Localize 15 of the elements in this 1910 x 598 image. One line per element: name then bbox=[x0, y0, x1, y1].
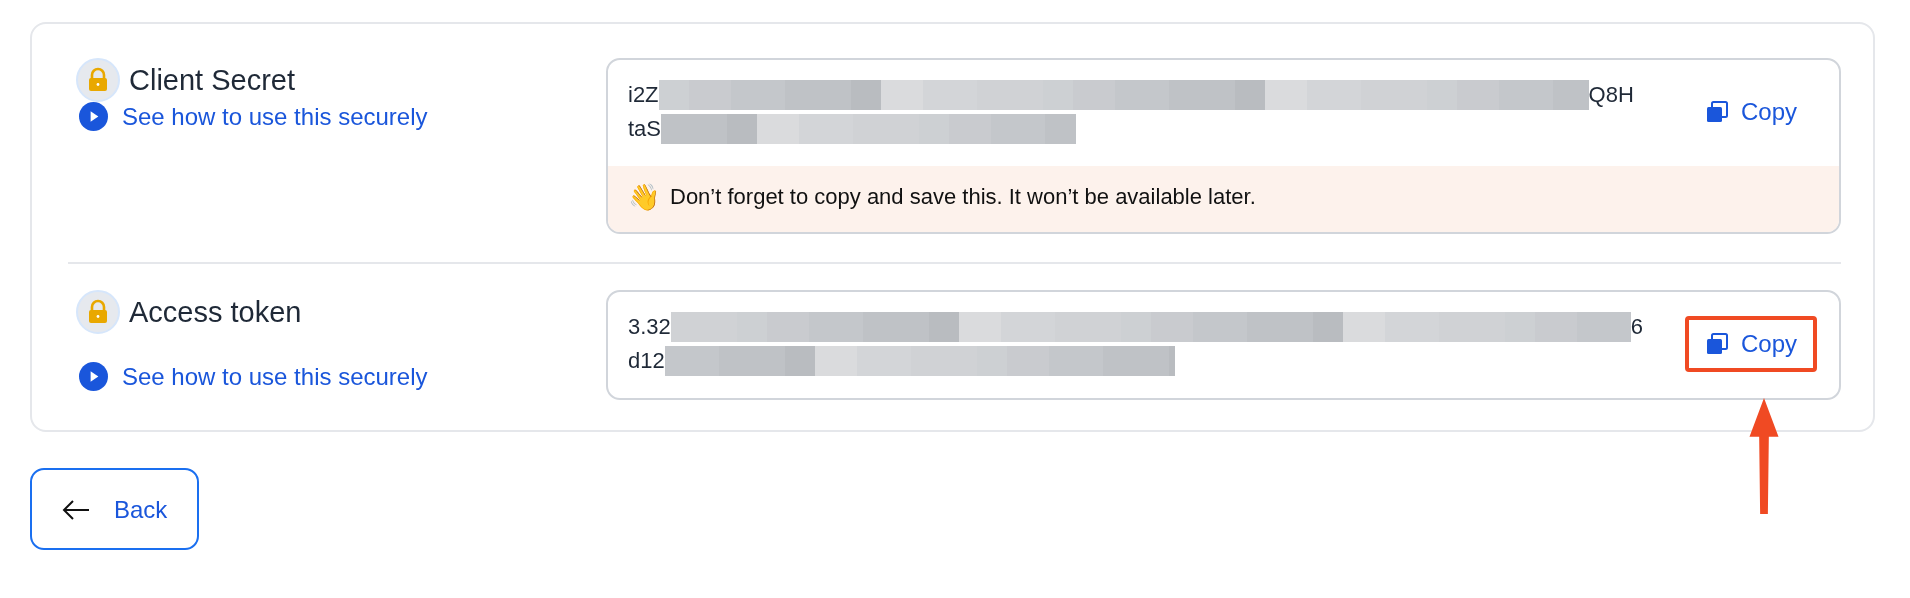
help-link[interactable]: See how to use this securely bbox=[79, 102, 428, 131]
value-text: 3.32 bbox=[628, 314, 671, 340]
value-text: i2Z bbox=[628, 82, 659, 108]
credential-title: Client Secret bbox=[129, 63, 295, 97]
back-button[interactable]: Back bbox=[30, 468, 200, 550]
warning-text: Don’t forget to copy and save this. It won’t be available later. bbox=[670, 184, 1256, 210]
credential-title: Access token bbox=[129, 295, 302, 329]
value-text: taS bbox=[628, 116, 662, 142]
value-text: Q8H bbox=[1588, 82, 1634, 108]
value-text: 6 bbox=[1630, 314, 1644, 340]
copy-button[interactable]: Copy bbox=[1684, 84, 1817, 140]
copy-button[interactable]: Copy bbox=[1684, 316, 1817, 372]
help-link[interactable]: See how to use this securely bbox=[79, 362, 428, 391]
value-text: d12 bbox=[628, 348, 665, 374]
waving-hand-icon: 👋 bbox=[628, 184, 660, 210]
